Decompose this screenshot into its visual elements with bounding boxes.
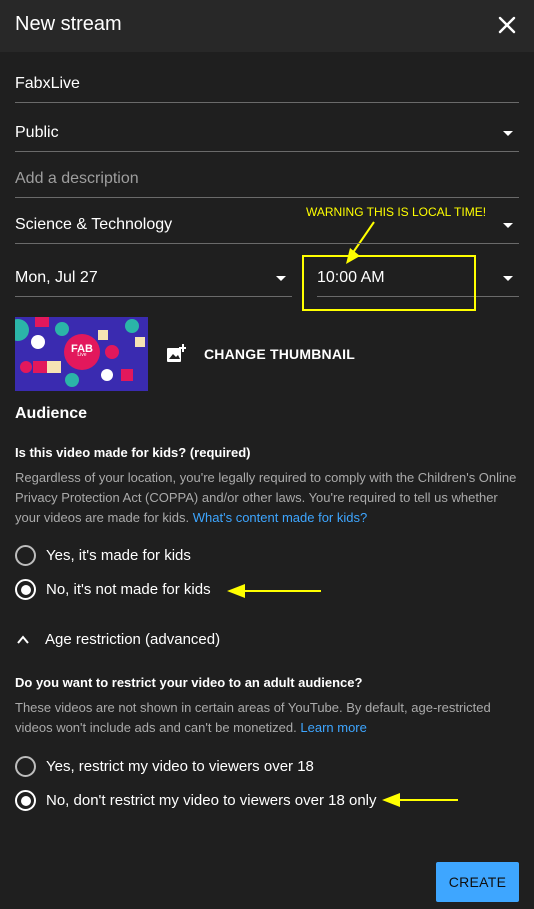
- chevron-down-icon: [503, 131, 513, 136]
- close-icon[interactable]: [494, 12, 520, 38]
- dialog-title: New stream: [15, 13, 122, 35]
- kids-question: Is this video made for kids? (required): [15, 445, 251, 460]
- radio-made-for-kids[interactable]: Yes, it's made for kids: [15, 545, 191, 566]
- kids-content-link[interactable]: What's content made for kids?: [193, 510, 367, 525]
- age-question: Do you want to restrict your video to an…: [15, 675, 363, 690]
- learn-more-link[interactable]: Learn more: [300, 720, 366, 735]
- category-select[interactable]: Science & Technology: [15, 209, 519, 244]
- annotation-box: [302, 255, 476, 311]
- annotation-arrow-icon: [227, 584, 321, 598]
- visibility-select[interactable]: Public: [15, 116, 519, 152]
- date-value: Mon, Jul 27: [15, 269, 98, 286]
- kids-description: Regardless of your location, you're lega…: [15, 470, 517, 525]
- visibility-value: Public: [15, 124, 59, 141]
- radio-no-restrict-18[interactable]: No, don't restrict my video to viewers o…: [15, 790, 377, 811]
- chevron-down-icon: [503, 223, 513, 228]
- radio-not-made-for-kids[interactable]: No, it's not made for kids: [15, 579, 211, 600]
- radio-button[interactable]: [15, 756, 36, 777]
- change-thumbnail-label: CHANGE THUMBNAIL: [204, 346, 355, 362]
- annotation-arrow-icon: [382, 793, 458, 807]
- radio-button[interactable]: [15, 545, 36, 566]
- age-description: These videos are not shown in certain ar…: [15, 700, 491, 735]
- radio-button-selected[interactable]: [15, 790, 36, 811]
- title-field[interactable]: FabxLive: [15, 68, 519, 103]
- title-value: FabxLive: [15, 75, 80, 92]
- add-photo-icon: [167, 344, 186, 362]
- create-button[interactable]: CREATE: [436, 862, 519, 902]
- thumbnail-logo: FAB Live: [64, 334, 100, 370]
- change-thumbnail-button[interactable]: CHANGE THUMBNAIL: [166, 344, 355, 364]
- description-field[interactable]: Add a description: [15, 164, 519, 198]
- audience-heading: Audience: [15, 405, 88, 422]
- chevron-down-icon: [276, 276, 286, 281]
- category-value: Science & Technology: [15, 216, 173, 233]
- thumbnail-image: FAB Live: [15, 317, 148, 391]
- date-select[interactable]: Mon, Jul 27: [15, 262, 292, 297]
- radio-button-selected[interactable]: [15, 579, 36, 600]
- description-placeholder: Add a description: [15, 170, 139, 187]
- chevron-up-icon: [17, 634, 29, 644]
- chevron-down-icon: [503, 276, 513, 281]
- radio-restrict-18[interactable]: Yes, restrict my video to viewers over 1…: [15, 756, 314, 777]
- age-restriction-toggle[interactable]: Age restriction (advanced): [15, 631, 220, 648]
- dialog-header: New stream: [0, 0, 534, 52]
